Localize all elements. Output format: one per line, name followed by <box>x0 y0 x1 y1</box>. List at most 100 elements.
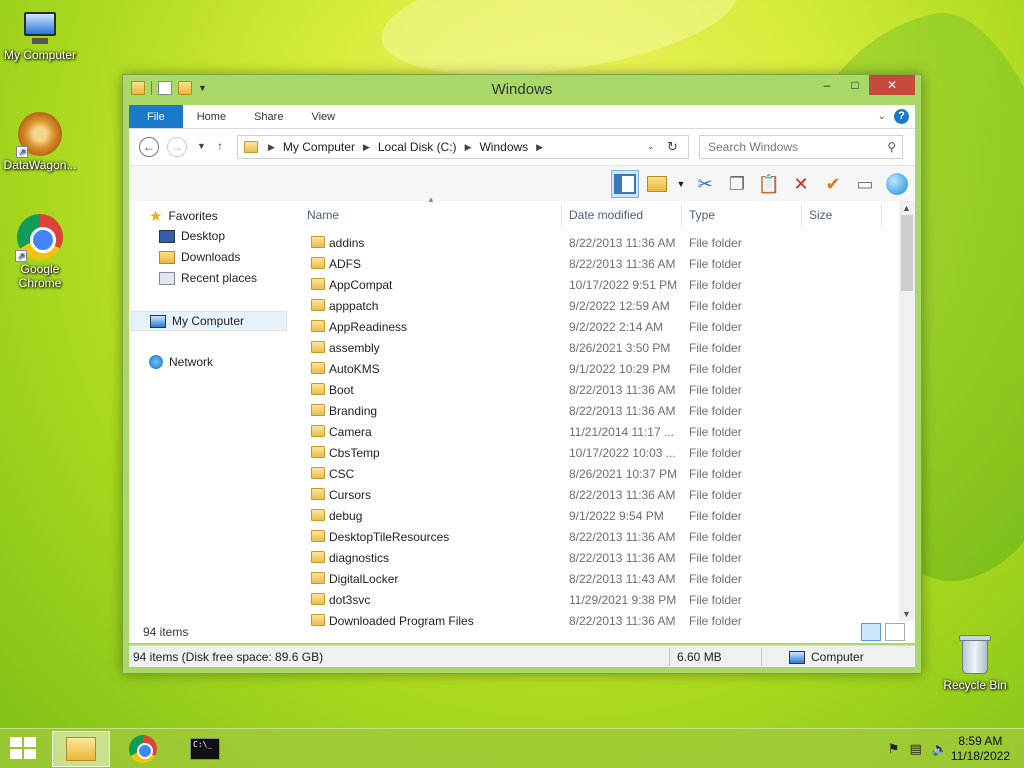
table-row[interactable]: Boot 8/22/2013 11:36 AM File folder <box>301 379 899 400</box>
column-divider[interactable] <box>681 203 682 227</box>
close-button[interactable]: ✕ <box>869 75 915 95</box>
system-tray: ⚑ ▤ 🔈 <box>888 741 948 757</box>
scroll-down-icon[interactable]: ▼ <box>902 609 911 619</box>
tab-home[interactable]: Home <box>183 105 240 128</box>
table-row[interactable]: diagnostics 8/22/2013 11:36 AM File folder <box>301 547 899 568</box>
desktop-icon-my-computer[interactable]: My Computer <box>0 10 80 62</box>
table-row[interactable]: DesktopTileResources 8/22/2013 11:36 AM Fi… <box>301 526 899 547</box>
nav-downloads[interactable]: Downloads <box>159 250 240 264</box>
chevron-right-icon[interactable]: ▶ <box>465 142 472 153</box>
window-title: Windows <box>491 81 553 98</box>
taskbar-command-prompt[interactable]: C:\_ <box>176 731 234 767</box>
windows-logo-pane <box>24 749 36 759</box>
back-button[interactable]: ← <box>139 137 159 157</box>
column-divider[interactable] <box>561 203 562 227</box>
tab-share[interactable]: Share <box>240 105 297 128</box>
help-icon[interactable]: ? <box>894 109 909 124</box>
table-row[interactable]: AppReadiness 9/2/2022 2:14 AM File folder <box>301 316 899 337</box>
tab-file[interactable]: File <box>129 105 183 128</box>
vertical-scrollbar[interactable]: ▲ ▼ <box>899 201 915 621</box>
table-row[interactable]: CSC 8/26/2021 10:37 PM File folder <box>301 463 899 484</box>
column-divider[interactable] <box>801 203 802 227</box>
nav-desktop[interactable]: Desktop <box>159 229 225 243</box>
file-type: File folder <box>689 299 742 313</box>
browse-globe-button[interactable] <box>883 170 911 198</box>
table-row[interactable]: Branding 8/22/2013 11:36 AM File folder <box>301 400 899 421</box>
scrollbar-thumb[interactable] <box>901 215 913 291</box>
new-folder-button[interactable] <box>643 170 671 198</box>
table-row[interactable]: dot3svc 11/29/2021 9:38 PM File folder <box>301 589 899 610</box>
table-row[interactable]: DigitalLocker 8/22/2013 11:43 AM File fold… <box>301 568 899 589</box>
delete-icon[interactable]: ✕ <box>787 170 815 198</box>
table-row[interactable]: Downloaded Program Files 8/22/2013 11:36 … <box>301 610 899 631</box>
network-tray-icon[interactable]: ▤ <box>910 741 922 757</box>
column-header-date[interactable]: Date modified <box>569 208 643 222</box>
chevron-right-icon[interactable]: ▶ <box>268 142 275 153</box>
chevron-right-icon[interactable]: ▶ <box>536 142 543 153</box>
chevron-right-icon[interactable]: ▶ <box>363 142 370 153</box>
clock[interactable]: 8:59 AM 11/18/2022 <box>951 734 1010 764</box>
address-field[interactable]: ▶ My Computer ▶ Local Disk (C:) ▶ Window… <box>237 135 689 159</box>
large-icons-view-button[interactable] <box>885 623 905 641</box>
file-type: File folder <box>689 320 742 334</box>
table-row[interactable]: Camera 11/21/2014 11:17 ... File folder <box>301 421 899 442</box>
file-type: File folder <box>689 404 742 418</box>
new-folder-dropdown-icon[interactable]: ▼ <box>675 170 687 198</box>
forward-button[interactable]: → <box>167 137 187 157</box>
maximize-button[interactable]: □ <box>841 75 869 95</box>
breadcrumb-my-computer[interactable]: My Computer <box>283 140 355 154</box>
nav-favorites[interactable]: ★ Favorites <box>149 207 218 225</box>
copy-icon[interactable]: ❐ <box>723 170 751 198</box>
up-button[interactable]: ↑ <box>217 139 223 153</box>
table-row[interactable]: addins 8/22/2013 11:36 AM File folder <box>301 232 899 253</box>
start-button[interactable] <box>10 737 38 761</box>
address-dropdown-icon[interactable]: ⌄ <box>647 141 655 152</box>
select-icon[interactable]: ✔ <box>819 170 847 198</box>
column-header-size[interactable]: Size <box>809 208 832 222</box>
column-divider[interactable] <box>881 203 882 227</box>
table-row[interactable]: CbsTemp 10/17/2022 10:03 ... File folder <box>301 442 899 463</box>
cut-icon[interactable]: ✂ <box>691 170 719 198</box>
nav-label: My Computer <box>172 314 245 328</box>
table-row[interactable]: apppatch 9/2/2022 12:59 AM File folder <box>301 295 899 316</box>
search-input[interactable]: Search Windows ⚲ <box>699 135 903 159</box>
table-row[interactable]: ADFS 8/22/2013 11:36 AM File folder <box>301 253 899 274</box>
table-row[interactable]: AutoKMS 9/1/2022 10:29 PM File folder <box>301 358 899 379</box>
desktop-icon-google-chrome[interactable]: ↗ Google Chrome <box>0 214 80 290</box>
folder-icon <box>311 383 325 395</box>
file-date-modified: 8/22/2013 11:36 AM <box>569 614 676 628</box>
desktop-icon-recycle-bin[interactable]: Recycle Bin <box>935 632 1015 692</box>
nav-recent-places[interactable]: Recent places <box>159 271 257 285</box>
taskbar-explorer[interactable] <box>52 731 110 767</box>
volume-icon[interactable]: 🔈 <box>932 741 948 757</box>
file-type: File folder <box>689 362 742 376</box>
title-bar[interactable]: ▼ Windows – □ ✕ <box>123 75 921 105</box>
taskbar-chrome[interactable] <box>114 731 172 767</box>
paste-icon[interactable]: 📋 <box>755 170 783 198</box>
desktop-icon-datawagon[interactable]: ↗ DataWagon... <box>0 112 80 172</box>
rename-icon[interactable]: ▭ <box>851 170 879 198</box>
column-header-type[interactable]: Type <box>689 208 715 222</box>
expand-ribbon-icon[interactable]: ⌄ <box>878 111 886 122</box>
table-row[interactable]: Cursors 8/22/2013 11:36 AM File folder <box>301 484 899 505</box>
file-name: addins <box>329 236 365 250</box>
column-header-name[interactable]: Name <box>307 208 339 222</box>
nav-my-computer[interactable]: My Computer <box>131 311 287 331</box>
minimize-button[interactable]: – <box>813 75 841 95</box>
breadcrumb-local-disk[interactable]: Local Disk (C:) <box>378 140 457 154</box>
details-view-button[interactable] <box>861 623 881 641</box>
preview-pane-button[interactable] <box>611 170 639 198</box>
file-date-modified: 9/1/2022 10:29 PM <box>569 362 671 376</box>
nav-network[interactable]: Network <box>149 355 213 369</box>
table-row[interactable]: AppCompat 10/17/2022 9:51 PM File folder <box>301 274 899 295</box>
scroll-up-icon[interactable]: ▲ <box>902 203 911 213</box>
breadcrumb-windows[interactable]: Windows <box>479 140 528 154</box>
recent-locations-icon[interactable]: ▼ <box>197 141 206 151</box>
folder-icon <box>311 278 325 290</box>
windows-logo-pane <box>10 749 22 759</box>
refresh-icon[interactable]: ↻ <box>667 139 678 155</box>
tab-view[interactable]: View <box>297 105 349 128</box>
table-row[interactable]: assembly 8/26/2021 3:50 PM File folder <box>301 337 899 358</box>
action-center-flag-icon[interactable]: ⚑ <box>888 741 900 757</box>
table-row[interactable]: debug 9/1/2022 9:54 PM File folder <box>301 505 899 526</box>
